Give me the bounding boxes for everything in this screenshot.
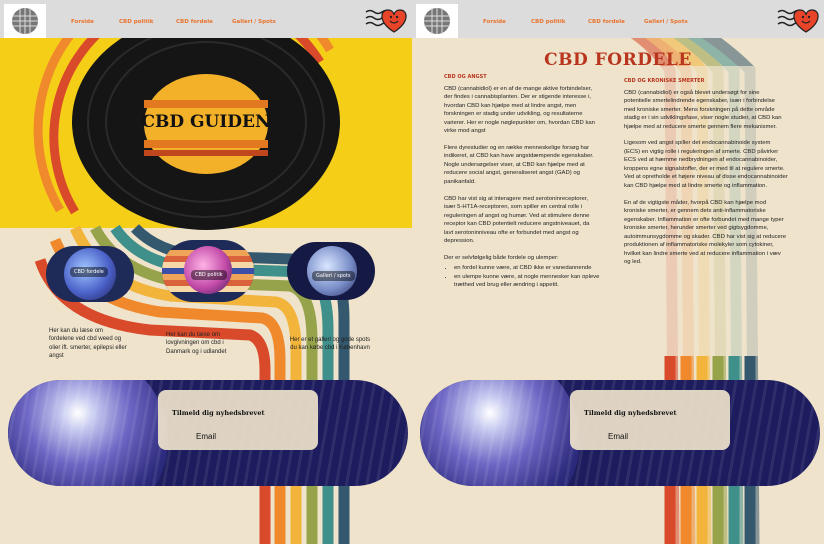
nav-cbd-fordele[interactable]: CBD fordele <box>176 19 213 25</box>
bubble-label-politik[interactable]: CBD politik <box>191 270 227 280</box>
list-item: en fordel kunne være, at CBD ikke er van… <box>454 264 600 273</box>
smerter-column: CBD OG KRONISKE SMERTER CBD (cannabidiol… <box>624 77 788 275</box>
smerter-paragraph: En af de vigtigste måder, hvorpå CBD kan… <box>624 199 787 266</box>
nav-galleri-spots[interactable]: Galleri / Spots <box>232 19 276 25</box>
angst-paragraph: Flere dyrestudier og en række menneskeli… <box>444 144 594 186</box>
smiley-heart-stamp-icon <box>776 4 820 36</box>
nav-cbd-fordele[interactable]: CBD fordele <box>588 19 625 25</box>
cbd-fordele-page-panel: CBD FORDELE CBD OG ANGST CBD (cannabidio… <box>412 0 824 544</box>
top-nav-bar: Forside CBD politik CBD fordele Galleri … <box>0 0 412 38</box>
nav-cbd-politik[interactable]: CBD politik <box>531 19 565 25</box>
angst-paragraph: CBD (cannabidiol) er en af de mange akti… <box>444 85 595 135</box>
bubble-caption-politik: Her kan du læse om lovgivningen om cbd i… <box>166 332 227 355</box>
angst-paragraph: Der er selvfølgelig både fordele og ulem… <box>444 254 559 261</box>
nav-galleri-spots[interactable]: Galleri / Spots <box>644 19 688 25</box>
newsletter-email-field[interactable]: Email <box>196 432 216 441</box>
newsletter-title: Tilmeld dig nyhedsbrevet <box>172 409 265 417</box>
nav-forside[interactable]: Forside <box>483 19 506 25</box>
bubble-label-galleri[interactable]: Galleri / spots <box>312 271 355 281</box>
newsletter-title: Tilmeld dig nyhedsbrevet <box>584 409 677 417</box>
angst-heading: CBD OG ANGST <box>444 74 487 80</box>
disco-ball-logo-icon[interactable] <box>416 4 458 38</box>
nav-cbd-politik[interactable]: CBD politik <box>119 19 153 25</box>
angst-column: CBD OG ANGST CBD (cannabidiol) er en af … <box>444 73 600 290</box>
nav-forside[interactable]: Forside <box>71 19 94 25</box>
bubble-label-fordele[interactable]: CBD fordele <box>70 267 108 277</box>
disco-ball-logo-icon[interactable] <box>4 4 46 38</box>
smerter-heading: CBD OG KRONISKE SMERTER <box>624 78 705 84</box>
angst-paragraph: CBD har vist sig at interagere med serot… <box>444 195 590 245</box>
bubble-caption-fordele: Her kan du læse om fordelene ved cbd wee… <box>49 328 127 360</box>
smiley-heart-stamp-icon <box>364 4 408 36</box>
home-page-panel: CBD GUIDEN CBD fordele CBD politik Galle… <box>0 0 412 544</box>
hero-title: CBD GUIDEN <box>141 112 271 132</box>
list-item: en ulempe kunne være, at nogle mennesker… <box>454 273 600 290</box>
bubble-caption-galleri: Her er et galleri og gode spots du kan k… <box>289 337 371 352</box>
smerter-paragraph: CBD (cannabidiol) er også blevet undersø… <box>624 89 782 130</box>
newsletter-email-field[interactable]: Email <box>608 432 628 441</box>
pros-cons-list: en fordel kunne være, at CBD ikke er van… <box>444 264 600 290</box>
top-nav-bar: Forside CBD politik CBD fordele Galleri … <box>412 0 824 38</box>
page-title: CBD FORDELE <box>544 50 692 70</box>
smerter-paragraph: Ligesom ved angst spiller det endocannab… <box>624 140 788 190</box>
